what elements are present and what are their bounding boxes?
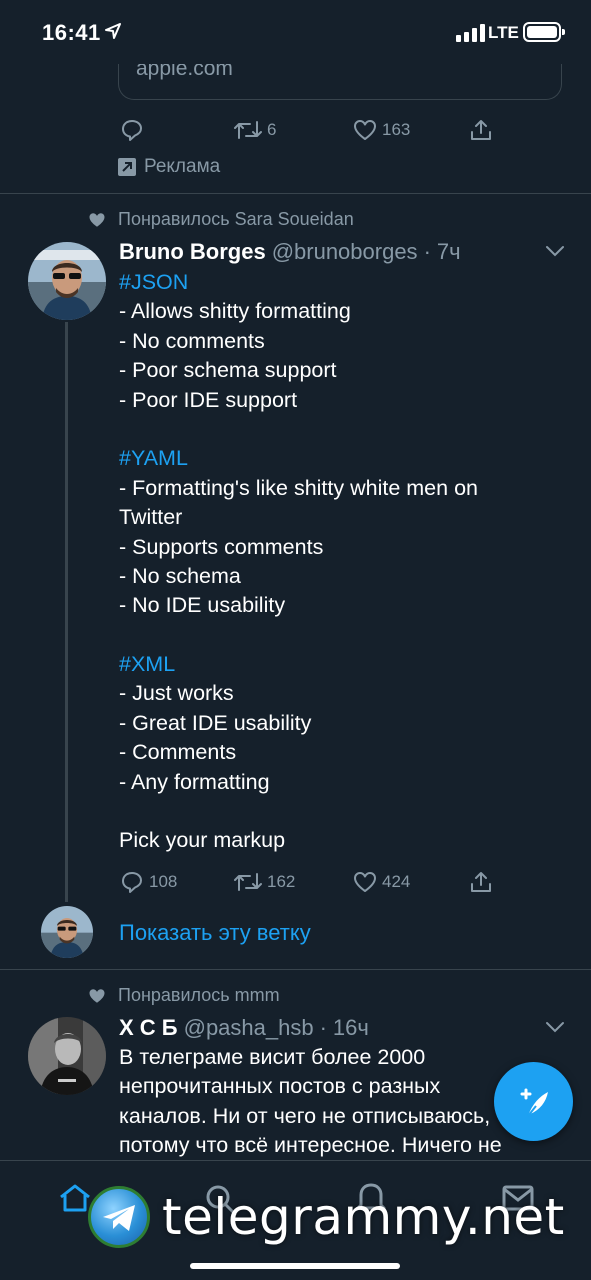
tweet-line: - Great IDE usability	[119, 710, 312, 735]
tweet-line	[119, 797, 559, 826]
retweet-count: 6	[267, 120, 277, 139]
divider	[0, 193, 591, 194]
tweet-header: Bruno Borges @brunoborges · 7ч	[119, 239, 461, 265]
separator: ·	[319, 1015, 327, 1040]
tweet-line	[119, 621, 559, 650]
tweet-line: - Poor IDE support	[119, 387, 298, 412]
social-context-text: Понравилось Sara Soueidan	[118, 209, 354, 229]
show-thread-link[interactable]: Показать эту ветку	[119, 920, 311, 946]
status-bar: 16:41 LTE	[0, 0, 591, 64]
promoted-label: Реклама	[118, 156, 220, 178]
home-indicator[interactable]	[190, 1263, 400, 1269]
retweet-icon	[234, 873, 262, 891]
author-name[interactable]: Х С Б	[119, 1015, 178, 1041]
tweet-line: - Formatting's like shitty white men on	[119, 475, 478, 500]
compose-feather-icon	[520, 1088, 548, 1117]
separator: ·	[423, 239, 431, 264]
chevron-down-icon[interactable]	[545, 1020, 565, 1039]
avatar[interactable]	[28, 242, 106, 320]
tweet-time: 7ч	[436, 239, 461, 264]
hashtag-link[interactable]: #JSON	[119, 268, 559, 297]
hashtag-link[interactable]: #XML	[119, 650, 559, 679]
heart-icon	[354, 872, 376, 892]
chevron-down-icon[interactable]	[545, 244, 565, 263]
retweet-icon	[234, 121, 262, 139]
retweet-button[interactable]: 162	[234, 870, 295, 894]
tweet-line: - Just works	[119, 681, 234, 706]
share-button[interactable]	[469, 118, 493, 142]
promoted-icon	[118, 158, 136, 176]
share-button[interactable]	[469, 870, 493, 894]
author-handle[interactable]: @pasha_hsb	[184, 1015, 314, 1041]
location-arrow-icon	[105, 23, 121, 44]
network-type: LTE	[488, 23, 519, 42]
battery-icon	[523, 22, 565, 42]
tweet-line: - Allows shitty formatting	[119, 299, 351, 324]
reply-button[interactable]: 108	[120, 870, 177, 894]
share-icon	[471, 872, 491, 892]
promoted-text: Реклама	[144, 156, 221, 177]
tweet-line: - No IDE usability	[119, 593, 286, 618]
author-name[interactable]: Bruno Borges	[119, 239, 266, 265]
retweet-count: 162	[267, 872, 296, 891]
tweet-line: - No comments	[119, 328, 265, 353]
share-icon	[471, 120, 491, 140]
tweet-line: - Supports comments	[119, 534, 324, 559]
tweet-line: - Poor schema support	[119, 358, 337, 383]
tweet-line: - Comments	[119, 740, 237, 765]
tweet-text: В телеграме висит более 2000 непрочитанн…	[119, 1043, 559, 1161]
thread-line	[65, 322, 68, 902]
reply-count: 108	[149, 872, 178, 891]
tweet-line: В телеграме висит более 2000	[119, 1045, 426, 1069]
tweet-line	[119, 415, 559, 444]
divider	[0, 969, 591, 970]
social-context: Понравилось Sara Soueidan	[88, 209, 354, 230]
tweet-time: 16ч	[332, 1015, 369, 1040]
telegram-globe-logo	[88, 1186, 150, 1248]
like-button[interactable]: 163	[353, 118, 410, 142]
home-icon[interactable]	[58, 1183, 92, 1218]
status-time: 16:41	[42, 20, 101, 45]
compose-tweet-button[interactable]	[494, 1062, 573, 1141]
tweet-line: - Any formatting	[119, 769, 270, 794]
watermark: telegrammy.net	[88, 1186, 565, 1248]
tweet-text: #JSON - Allows shitty formatting - No comm…	[119, 268, 559, 856]
tweet-line: потому что всё интересное. Ничего не	[119, 1133, 502, 1158]
like-count: 163	[382, 120, 411, 139]
tweet-line: непрочитанных постов с разных	[119, 1074, 441, 1099]
heart-icon	[354, 120, 376, 140]
social-context: Понравилось mmm	[88, 985, 280, 1006]
tweet-line: Pick your markup	[119, 828, 286, 853]
reply-button[interactable]	[120, 118, 144, 142]
watermark-text: telegrammy.net	[162, 1188, 565, 1246]
like-button[interactable]: 424	[353, 870, 410, 894]
reply-icon	[122, 872, 142, 893]
author-handle[interactable]: @brunoborges	[272, 239, 418, 265]
tweet-line: Twitter	[119, 505, 183, 530]
cellular-signal-icon	[456, 24, 485, 42]
tweet-header: Х С Б @pasha_hsb · 16ч	[119, 1015, 369, 1041]
heart-filled-icon	[89, 988, 105, 1003]
social-context-text: Понравилось mmm	[118, 985, 280, 1005]
reply-icon	[122, 120, 142, 141]
avatar[interactable]	[28, 1017, 106, 1095]
heart-filled-icon	[89, 212, 105, 227]
retweet-button[interactable]: 6	[234, 118, 276, 142]
tweet-line: каналов. Ни от чего не отписываюсь,	[119, 1103, 491, 1128]
hashtag-link[interactable]: #YAML	[119, 444, 559, 473]
like-count: 424	[382, 872, 411, 891]
thread-avatar[interactable]	[41, 906, 93, 958]
tweet-line: - No schema	[119, 563, 241, 588]
